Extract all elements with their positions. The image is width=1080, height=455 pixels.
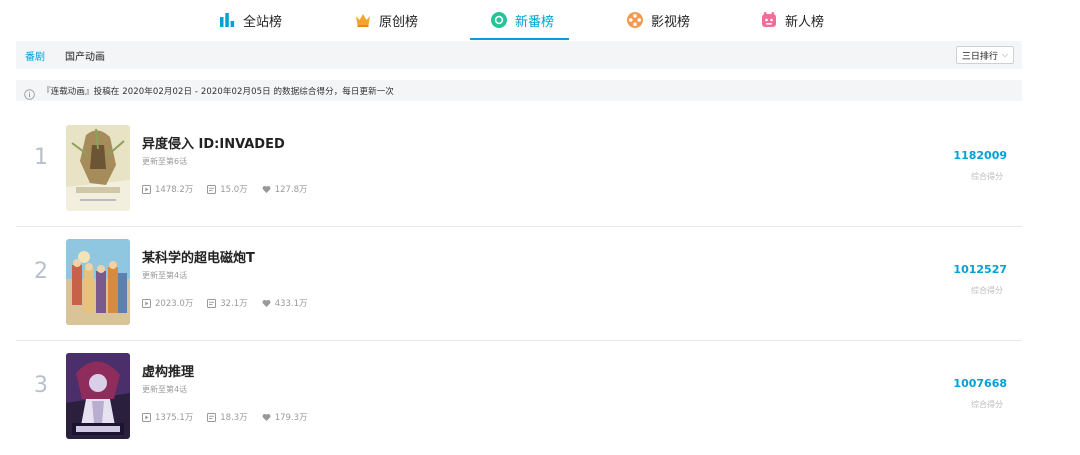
ranking-item: 1 异度侵入 ID:INVADED 更新至第6话 1478.2万 15.0万 1… xyxy=(16,113,1022,227)
tab-new-anime[interactable]: 新番榜 xyxy=(490,0,554,40)
tab-label: 全站榜 xyxy=(243,14,283,30)
play-count: 1478.2万 xyxy=(142,183,193,195)
episode-update: 更新至第6话 xyxy=(142,157,188,166)
cover-image[interactable] xyxy=(66,239,130,325)
play-icon xyxy=(142,184,151,194)
heart-icon xyxy=(262,299,271,308)
play-icon xyxy=(142,298,151,308)
chevron-down-icon: ⌵ xyxy=(1001,50,1008,59)
bar-chart-icon xyxy=(218,11,236,29)
ranking-notice: 『连载动画』投稿在 2020年02月02日 - 2020年02月05日 的数据综… xyxy=(16,80,1022,101)
tab-label: 新人榜 xyxy=(785,14,825,30)
episode-update: 更新至第4话 xyxy=(142,385,188,394)
composite-score: 1182009 xyxy=(953,149,1007,162)
danmaku-count: 32.1万 xyxy=(207,297,248,309)
play-icon xyxy=(142,412,151,422)
heart-icon xyxy=(262,413,271,422)
tab-label: 影视榜 xyxy=(651,14,691,30)
rank-number: 2 xyxy=(34,259,48,284)
danmaku-icon xyxy=(207,184,217,194)
score-label: 综合得分 xyxy=(971,400,1003,409)
composite-score: 1007668 xyxy=(953,377,1007,390)
stats-row: 1375.1万 18.3万 179.3万 xyxy=(142,411,322,423)
cover-image[interactable] xyxy=(66,125,130,211)
active-tab-underline xyxy=(470,38,569,40)
sub-category-bar: 番剧 国产动画 三日排行 ⌵ xyxy=(16,41,1022,69)
ranking-item: 3 虚构推理 更新至第4话 1375.1万 18.3万 179.3万 10076… xyxy=(16,341,1022,455)
tab-newcomer[interactable]: 新人榜 xyxy=(760,0,824,40)
subtab-domestic-animation[interactable]: 国产动画 xyxy=(65,48,105,63)
tab-label: 原创榜 xyxy=(379,14,419,30)
score-label: 综合得分 xyxy=(971,172,1003,181)
crown-icon xyxy=(354,11,372,29)
danmaku-icon xyxy=(207,412,217,422)
rank-number: 3 xyxy=(34,373,48,398)
sort-period-label: 三日排行 xyxy=(961,51,998,62)
like-count: 179.3万 xyxy=(262,411,308,423)
tab-all-site[interactable]: 全站榜 xyxy=(218,0,282,40)
subtab-bangumi[interactable]: 番剧 xyxy=(25,48,45,63)
danmaku-count: 18.3万 xyxy=(207,411,248,423)
tab-label: 新番榜 xyxy=(515,14,555,30)
anime-title-link[interactable]: 某科学的超电磁炮T xyxy=(142,247,255,266)
cover-image[interactable] xyxy=(66,353,130,439)
newcomer-icon xyxy=(760,11,778,29)
notice-text: 『连载动画』投稿在 2020年02月02日 - 2020年02月05日 的数据综… xyxy=(42,86,394,97)
danmaku-icon xyxy=(207,298,217,308)
anime-title-link[interactable]: 异度侵入 ID:INVADED xyxy=(142,133,285,152)
like-count: 433.1万 xyxy=(262,297,308,309)
ranking-category-nav: 全站榜 原创榜 新番榜 影视榜 新人榜 xyxy=(0,0,1080,40)
anime-title-link[interactable]: 虚构推理 xyxy=(142,361,194,380)
info-icon xyxy=(24,85,35,100)
composite-score: 1012527 xyxy=(953,263,1007,276)
sort-period-dropdown[interactable]: 三日排行 ⌵ xyxy=(955,46,1014,64)
play-count: 2023.0万 xyxy=(142,297,193,309)
stats-row: 1478.2万 15.0万 127.8万 xyxy=(142,183,322,195)
play-count: 1375.1万 xyxy=(142,411,193,423)
danmaku-count: 15.0万 xyxy=(207,183,248,195)
new-anime-icon xyxy=(490,11,508,29)
ranking-item: 2 某科学的超电磁炮T 更新至第4话 2023.0万 32.1万 433.1万 xyxy=(16,227,1022,341)
episode-update: 更新至第4话 xyxy=(142,271,188,280)
tab-original[interactable]: 原创榜 xyxy=(354,0,418,40)
film-reel-icon xyxy=(626,11,644,29)
heart-icon xyxy=(262,185,271,194)
tab-film-tv[interactable]: 影视榜 xyxy=(626,0,690,40)
rank-number: 1 xyxy=(34,145,48,170)
like-count: 127.8万 xyxy=(262,183,308,195)
score-label: 综合得分 xyxy=(971,286,1003,295)
stats-row: 2023.0万 32.1万 433.1万 xyxy=(142,297,322,309)
